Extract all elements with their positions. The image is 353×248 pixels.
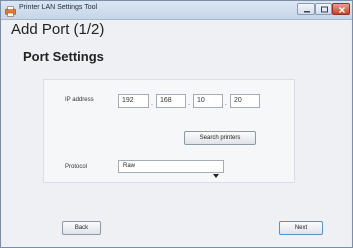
ip-octet-3-input[interactable]: 10	[193, 94, 223, 108]
maximize-button[interactable]	[315, 3, 332, 15]
printer-app-icon	[5, 4, 16, 17]
maximize-icon	[321, 6, 328, 13]
protocol-label: Protocol	[65, 164, 88, 170]
back-button[interactable]: Back	[62, 221, 101, 235]
ip-octet-1-input[interactable]: 192	[118, 94, 149, 108]
page-title: Add Port (1/2)	[11, 21, 105, 38]
section-title: Port Settings	[23, 49, 104, 64]
next-button[interactable]: Next	[279, 221, 323, 235]
app-window: Printer LAN Settings Tool Add Port (1/2)…	[0, 0, 353, 248]
ip-separator: .	[188, 100, 190, 107]
window-title: Printer LAN Settings Tool	[19, 4, 98, 11]
ip-separator: .	[151, 100, 153, 107]
protocol-select[interactable]: Raw	[118, 160, 224, 178]
search-printers-button[interactable]: Search printers	[184, 131, 256, 145]
title-bar[interactable]: Printer LAN Settings Tool	[1, 1, 352, 20]
protocol-selected-value: Raw	[123, 163, 136, 169]
minimize-icon	[304, 11, 310, 13]
close-button[interactable]	[332, 3, 350, 15]
chevron-down-icon	[213, 165, 219, 183]
minimize-button[interactable]	[297, 3, 315, 15]
ip-address-label: IP address	[65, 97, 94, 103]
ip-separator: .	[225, 100, 227, 107]
ip-octet-4-input[interactable]: 20	[230, 94, 260, 108]
close-icon	[339, 7, 345, 13]
ip-octet-2-input[interactable]: 168	[156, 94, 186, 108]
